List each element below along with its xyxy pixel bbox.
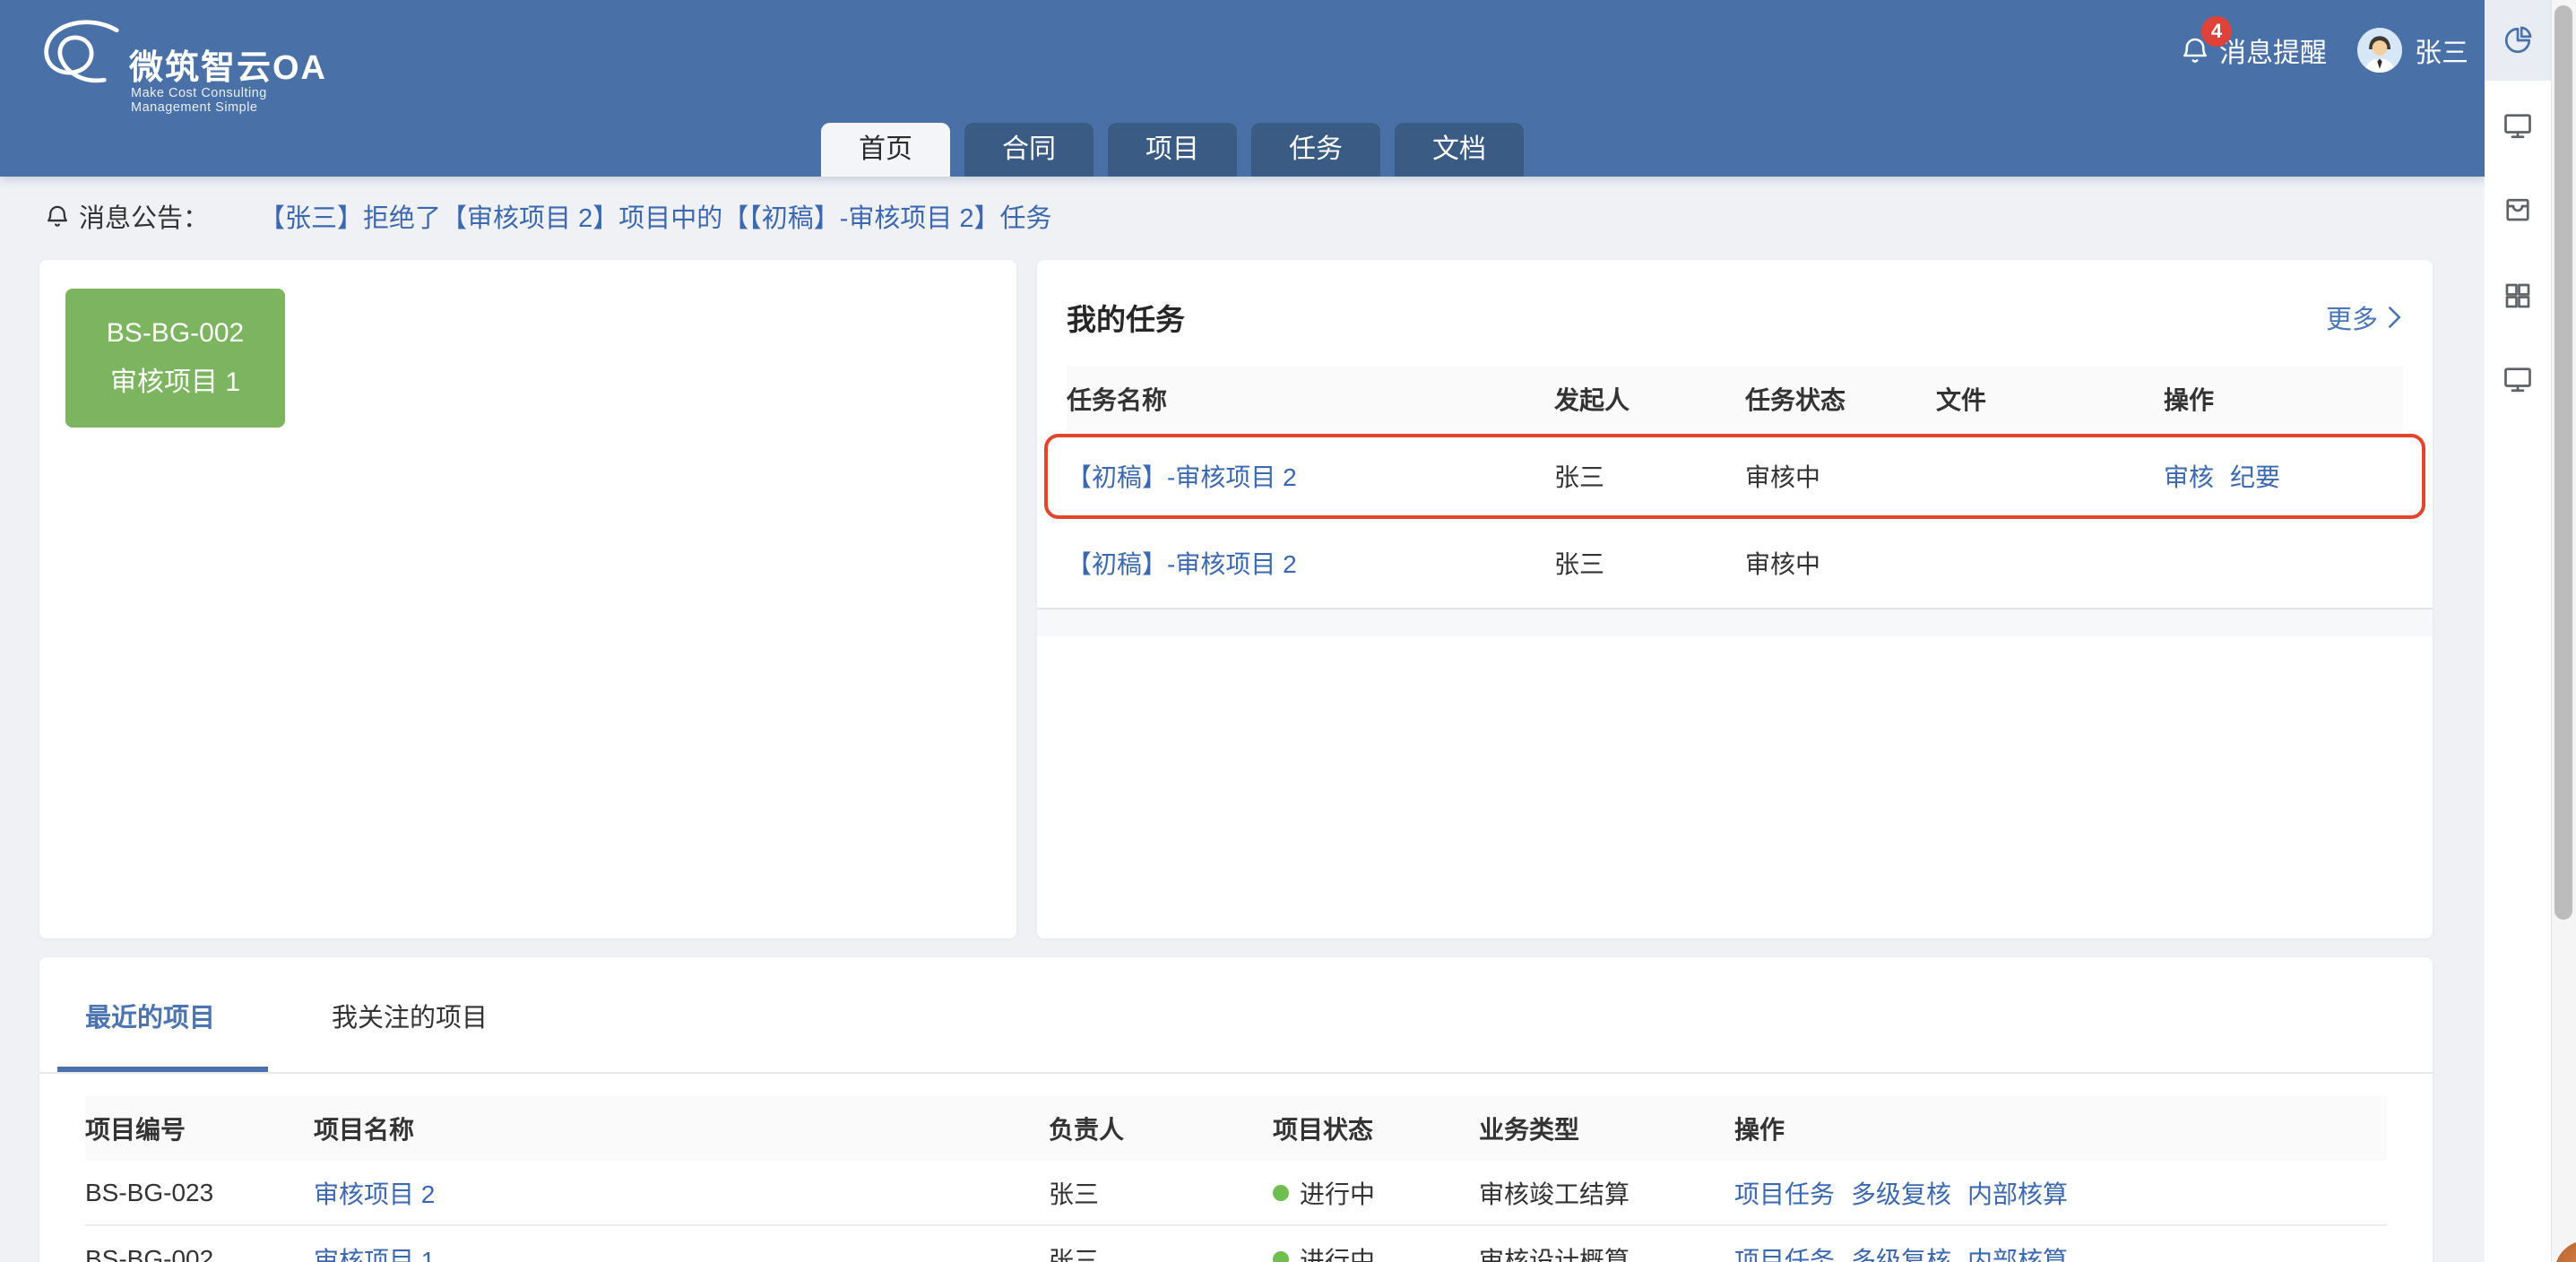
proj-col-name: 项目名称 xyxy=(314,1111,1049,1146)
project-name-link[interactable]: 审核项目 1 xyxy=(314,1241,1049,1262)
tab-recent-projects[interactable]: 最近的项目 xyxy=(85,997,215,1034)
tasks-col-actions: 操作 xyxy=(2164,381,2403,417)
task-name-link[interactable]: 【初稿】-审核项目 2 xyxy=(1067,545,1554,581)
header-right: 4 消息提醒 张三 xyxy=(2178,0,2468,100)
project-code: BS-BG-023 xyxy=(85,1179,314,1207)
tasks-col-status: 任务状态 xyxy=(1745,381,1936,417)
announcement-bell-icon xyxy=(43,202,72,230)
task-action-review[interactable]: 审核 xyxy=(2164,458,2214,494)
user-avatar xyxy=(2357,28,2402,73)
user-menu[interactable]: 张三 xyxy=(2357,28,2468,73)
monitor-icon xyxy=(2502,363,2534,395)
task-action-minutes[interactable]: 纪要 xyxy=(2230,458,2280,494)
project-action-internal[interactable]: 内部核算 xyxy=(1967,1175,2068,1211)
monitor-icon xyxy=(2502,109,2534,142)
app-header: 微筑智云OA Make Cost Consulting Management S… xyxy=(0,0,2486,177)
project-status: 进行中 xyxy=(1273,1175,1479,1211)
proj-col-actions: 操作 xyxy=(1734,1111,2387,1146)
project-owner: 张三 xyxy=(1049,1175,1273,1211)
my-tasks-more-link[interactable]: 更多 xyxy=(2326,298,2403,336)
project-card[interactable]: BS-BG-002 审核项目 1 xyxy=(65,289,285,428)
tasks-col-file: 文件 xyxy=(1936,381,2164,417)
project-action-multireview[interactable]: 多级复核 xyxy=(1851,1241,1951,1262)
my-tasks-title: 我的任务 xyxy=(1067,296,1185,339)
project-action-internal[interactable]: 内部核算 xyxy=(1967,1241,2068,1262)
app-screen: 微筑智云OA Make Cost Consulting Management S… xyxy=(0,0,2576,1262)
task-name-link[interactable]: 【初稿】-审核项目 2 xyxy=(1067,458,1554,494)
project-type: 审核竣工结算 xyxy=(1479,1175,1734,1211)
pie-chart-icon xyxy=(2502,24,2534,56)
tabs-divider xyxy=(39,1072,2433,1074)
table-row: BS-BG-023 审核项目 2 张三 进行中 审核竣工结算 项目任务 多级复核… xyxy=(85,1161,2387,1226)
more-label: 更多 xyxy=(2326,298,2378,336)
tasks-col-initiator: 发起人 xyxy=(1554,381,1745,417)
brand-name: 微筑智云OA xyxy=(129,39,327,89)
notification-label: 消息提醒 xyxy=(2219,30,2327,70)
brand-swirl-icon xyxy=(36,13,129,91)
tab-followed-projects[interactable]: 我关注的项目 xyxy=(332,997,488,1034)
tab-home[interactable]: 首页 xyxy=(821,123,950,177)
status-dot xyxy=(1273,1185,1289,1201)
sidebar-item-dashboard[interactable] xyxy=(2485,0,2551,81)
tasks-col-name: 任务名称 xyxy=(1067,381,1554,417)
sidebar-item-inbox[interactable] xyxy=(2485,186,2551,231)
tab-project[interactable]: 项目 xyxy=(1108,123,1237,177)
project-name-link[interactable]: 审核项目 2 xyxy=(314,1175,1049,1211)
my-tasks-header: 我的任务 更多 xyxy=(1037,260,2433,366)
task-initiator: 张三 xyxy=(1554,545,1745,581)
announcement-label: 消息公告： xyxy=(79,197,209,235)
notification-button[interactable]: 4 消息提醒 xyxy=(2178,30,2327,70)
sidebar-item-display[interactable] xyxy=(2485,357,2551,402)
tab-task[interactable]: 任务 xyxy=(1251,123,1380,177)
brand-tagline: Make Cost Consulting Management Simple xyxy=(131,86,341,115)
projects-table-header: 项目编号 项目名称 负责人 项目状态 业务类型 操作 xyxy=(85,1095,2387,1161)
proj-col-status: 项目状态 xyxy=(1273,1111,1479,1146)
project-actions: 项目任务 多级复核 内部核算 xyxy=(1734,1241,2387,1262)
project-action-multireview[interactable]: 多级复核 xyxy=(1851,1175,1951,1211)
user-name: 张三 xyxy=(2415,30,2468,70)
project-card-code: BS-BG-002 xyxy=(107,318,244,349)
task-actions: 审核 纪要 xyxy=(2164,458,2403,494)
proj-col-type: 业务类型 xyxy=(1479,1111,1734,1146)
right-sidebar xyxy=(2485,0,2551,1262)
project-action-tasks[interactable]: 项目任务 xyxy=(1734,1241,1835,1262)
my-tasks-panel: 我的任务 更多 任务名称 发起人 任务状态 文件 操作 【初稿】-审核项目 2 … xyxy=(1037,260,2433,938)
notification-badge: 4 xyxy=(2201,16,2232,47)
task-status: 审核中 xyxy=(1745,545,1936,581)
project-code: BS-BG-002 xyxy=(85,1245,314,1262)
proj-col-owner: 负责人 xyxy=(1049,1111,1273,1146)
announcement-bar: 消息公告： 【张三】拒绝了【审核项目 2】项目中的【【初稿】-审核项目 2】任务 xyxy=(0,177,2486,255)
projects-tabs: 最近的项目 我关注的项目 xyxy=(39,957,2433,1074)
tasks-table-header: 任务名称 发起人 任务状态 文件 操作 xyxy=(1067,366,2403,432)
project-action-tasks[interactable]: 项目任务 xyxy=(1734,1175,1835,1211)
task-initiator: 张三 xyxy=(1554,458,1745,494)
project-status: 进行中 xyxy=(1273,1241,1479,1262)
project-card-name: 审核项目 1 xyxy=(110,359,240,399)
more-chevron-icon xyxy=(2385,305,2403,330)
project-actions: 项目任务 多级复核 内部核算 xyxy=(1734,1175,2387,1211)
proj-col-code: 项目编号 xyxy=(85,1111,314,1146)
status-text: 进行中 xyxy=(1300,1175,1375,1211)
inbox-icon xyxy=(2502,193,2534,225)
scrollbar-thumb[interactable] xyxy=(2554,5,2572,920)
projects-panel: 最近的项目 我关注的项目 项目编号 项目名称 负责人 项目状态 业务类型 操作 … xyxy=(39,957,2433,1262)
grid-icon xyxy=(2502,280,2534,312)
main-nav-tabs: 首页 合同 项目 任务 文档 xyxy=(821,123,1524,177)
status-dot xyxy=(1273,1251,1289,1262)
brand-logo[interactable]: 微筑智云OA Make Cost Consulting Management S… xyxy=(36,11,341,109)
table-row: BS-BG-002 审核项目 1 张三 进行中 审核设计概算 项目任务 多级复核… xyxy=(85,1226,2387,1262)
sidebar-item-apps[interactable] xyxy=(2485,273,2551,318)
projects-card-panel: BS-BG-002 审核项目 1 xyxy=(39,260,1016,938)
announcement-link[interactable]: 【张三】拒绝了【审核项目 2】项目中的【【初稿】-审核项目 2】任务 xyxy=(259,197,1052,235)
project-owner: 张三 xyxy=(1049,1241,1273,1262)
table-row: 【初稿】-审核项目 2 张三 审核中 xyxy=(1067,519,2403,606)
tasks-table-footer xyxy=(1037,608,2433,636)
task-status: 审核中 xyxy=(1745,458,1936,494)
project-type: 审核设计概算 xyxy=(1479,1241,1734,1262)
tab-document[interactable]: 文档 xyxy=(1395,123,1524,177)
tab-contract[interactable]: 合同 xyxy=(964,123,1094,177)
status-text: 进行中 xyxy=(1300,1241,1375,1262)
table-row: 【初稿】-审核项目 2 张三 审核中 审核 纪要 xyxy=(1067,432,2403,519)
sidebar-item-workspace[interactable] xyxy=(2485,103,2551,148)
